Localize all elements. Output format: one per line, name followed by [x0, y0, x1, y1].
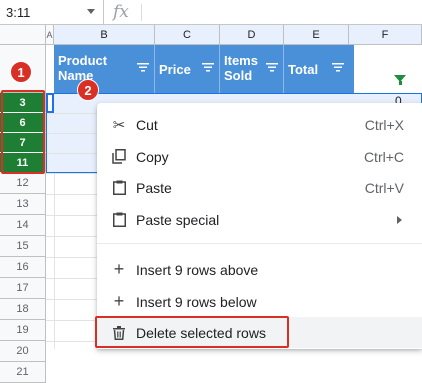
- header-price[interactable]: Price: [155, 45, 220, 93]
- menu-item-paste-special[interactable]: Paste special: [97, 204, 422, 235]
- filter-icon[interactable]: [332, 63, 344, 72]
- filter-icon[interactable]: [137, 63, 149, 72]
- menu-item-copy[interactable]: Copy Ctrl+C: [97, 141, 422, 172]
- cell-reference: 3:11: [6, 5, 31, 20]
- scissors-icon: ✂: [112, 116, 126, 134]
- clipboard-icon: [111, 212, 127, 228]
- fx-icon: fx: [113, 2, 129, 22]
- column-header-b[interactable]: B: [54, 25, 155, 45]
- menu-item-shortcut: Ctrl+C: [363, 148, 404, 165]
- plus-icon: +: [113, 291, 125, 311]
- name-box[interactable]: 3:11: [0, 0, 104, 25]
- menu-item-label: Paste: [136, 179, 172, 196]
- header-product-name[interactable]: Product Name: [54, 45, 155, 93]
- row-header-15[interactable]: 15: [0, 236, 46, 257]
- column-header-f[interactable]: F: [349, 25, 422, 45]
- copy-icon: [111, 149, 127, 165]
- header-label: Price: [159, 62, 191, 77]
- row-header-14[interactable]: 14: [0, 215, 46, 236]
- row-header-17[interactable]: 17: [0, 278, 46, 299]
- column-header-e[interactable]: E: [284, 25, 349, 45]
- plus-icon: +: [113, 259, 125, 279]
- annotation-box-delete: [95, 316, 289, 348]
- menu-item-shortcut: Ctrl+X: [364, 116, 404, 133]
- row-header-19[interactable]: 19: [0, 320, 46, 341]
- menu-item-label: Paste special: [136, 211, 220, 228]
- header-label: Items Sold: [224, 53, 258, 83]
- menu-item-label: Insert 9 rows below: [136, 293, 257, 310]
- filter-icon-stem: [399, 81, 402, 85]
- step-badge-2: 2: [77, 79, 99, 101]
- divider: [141, 4, 142, 21]
- menu-item-insert-rows-above[interactable]: + Insert 9 rows above: [97, 254, 422, 285]
- active-cell[interactable]: [46, 93, 54, 113]
- annotation-box-rows: [1, 90, 45, 174]
- menu-item-insert-rows-below[interactable]: + Insert 9 rows below: [97, 286, 422, 317]
- menu-item-label: Copy: [136, 148, 169, 165]
- filter-icon[interactable]: [266, 63, 278, 72]
- header-label: Product Name: [58, 53, 108, 83]
- formula-bar: 3:11 fx: [0, 0, 422, 25]
- row-header-21[interactable]: 21: [0, 362, 46, 383]
- column-header-a[interactable]: A: [46, 25, 54, 45]
- filter-icon[interactable]: [202, 63, 214, 72]
- menu-divider: [97, 243, 422, 244]
- row-header-13[interactable]: 13: [0, 194, 46, 215]
- context-menu: ✂ Cut Ctrl+X Copy Ctrl+C Paste Ctrl+V Pa…: [97, 103, 422, 349]
- submenu-arrow-icon: [397, 215, 402, 224]
- chevron-down-icon[interactable]: [87, 9, 95, 14]
- menu-item-shortcut: Ctrl+V: [364, 179, 404, 196]
- column-header-d[interactable]: D: [220, 25, 284, 45]
- step-badge-1: 1: [10, 61, 32, 83]
- select-all-corner[interactable]: [0, 25, 46, 45]
- column-header-c[interactable]: C: [155, 25, 220, 45]
- clipboard-icon: [111, 180, 127, 196]
- menu-item-paste[interactable]: Paste Ctrl+V: [97, 172, 422, 203]
- row-header-12[interactable]: 12: [0, 173, 46, 194]
- header-total[interactable]: Total: [284, 45, 349, 93]
- row-header-18[interactable]: 18: [0, 299, 46, 320]
- row-header-16[interactable]: 16: [0, 257, 46, 278]
- menu-item-cut[interactable]: ✂ Cut Ctrl+X: [97, 109, 422, 140]
- menu-item-label: Insert 9 rows above: [136, 261, 259, 278]
- header-items-sold[interactable]: Items Sold: [220, 45, 284, 93]
- row-header-20[interactable]: 20: [0, 341, 46, 362]
- menu-item-label: Cut: [136, 116, 158, 133]
- header-label: Total: [288, 62, 319, 77]
